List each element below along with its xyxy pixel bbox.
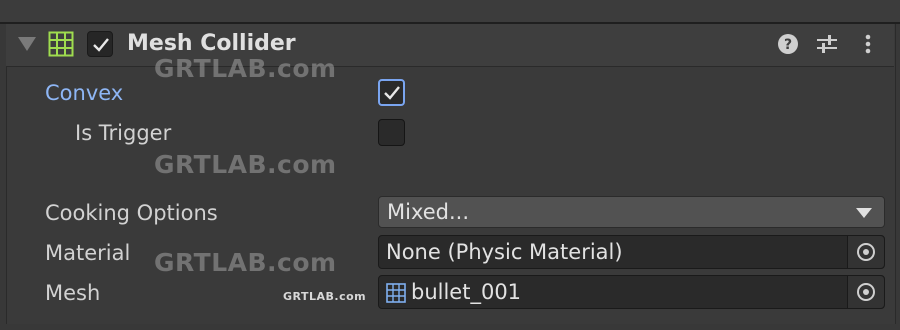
cooking-options-dropdown[interactable]: Mixed...: [378, 196, 885, 228]
kebab-menu-icon[interactable]: [856, 32, 880, 56]
watermark: GRTLAB.com: [154, 54, 337, 83]
inspector-frame: Mesh Collider ? Convex Is Trigger Cookin…: [0, 0, 900, 330]
is-trigger-checkbox[interactable]: [378, 119, 405, 146]
mesh-grid-icon: [386, 283, 406, 303]
mesh-value: bullet_001: [411, 280, 522, 304]
mesh-object-field[interactable]: bullet_001: [378, 275, 885, 309]
preset-sliders-icon[interactable]: [815, 32, 839, 56]
cooking-options-value: Mixed...: [387, 200, 470, 224]
material-label: Material: [45, 241, 131, 265]
component-enabled-checkbox[interactable]: [87, 31, 113, 57]
material-value: None (Physic Material): [386, 240, 623, 264]
dropdown-arrow-icon: [856, 208, 872, 218]
watermark: GRTLAB.com: [283, 290, 367, 303]
mesh-picker-button[interactable]: [848, 276, 884, 308]
convex-checkbox[interactable]: [378, 79, 405, 106]
is-trigger-label: Is Trigger: [75, 121, 172, 145]
svg-text:?: ?: [784, 37, 792, 53]
material-picker-button[interactable]: [848, 236, 884, 268]
checkmark-icon: [384, 86, 400, 100]
watermark: GRTLAB.com: [154, 150, 337, 179]
object-picker-icon: [857, 283, 875, 301]
mesh-label: Mesh: [45, 281, 101, 305]
material-object-field[interactable]: None (Physic Material): [378, 235, 885, 269]
previous-component-strip: [0, 0, 900, 24]
checkmark-icon: [93, 38, 109, 52]
foldout-arrow-icon[interactable]: [18, 37, 36, 51]
convex-label: Convex: [45, 81, 124, 105]
object-picker-icon: [857, 243, 875, 261]
cooking-options-label: Cooking Options: [45, 201, 218, 225]
watermark: GRTLAB.com: [154, 248, 337, 277]
mesh-grid-icon: [48, 31, 74, 57]
help-icon[interactable]: ?: [776, 32, 800, 56]
